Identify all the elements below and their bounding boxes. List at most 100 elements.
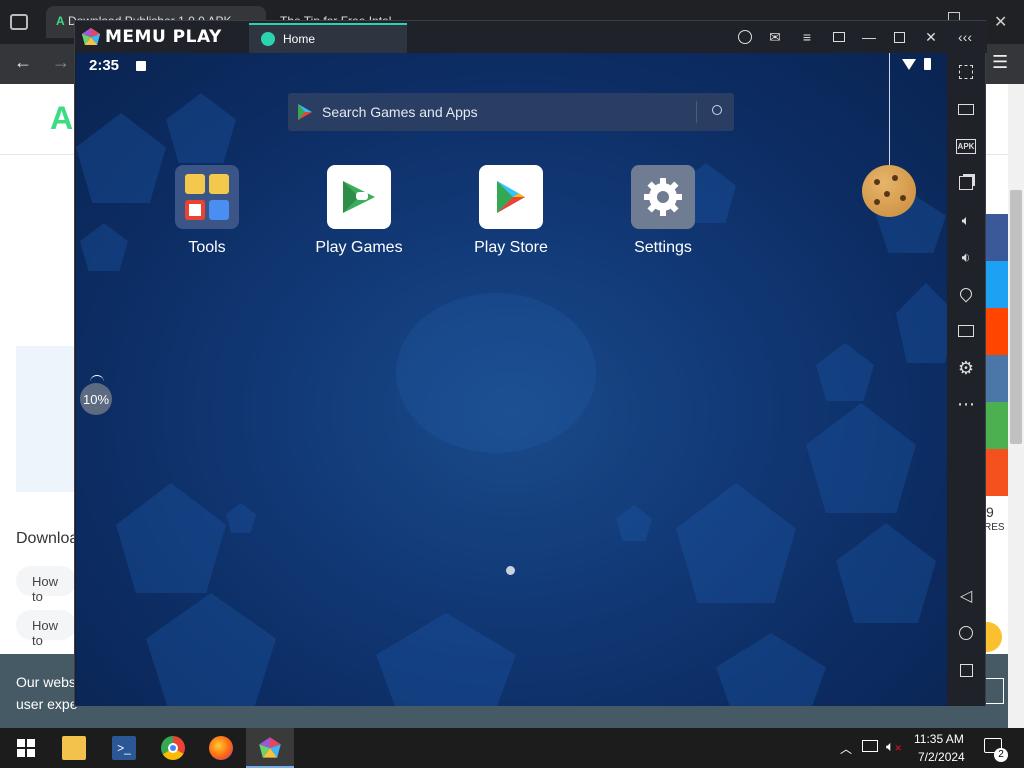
- fullscreen-icon[interactable]: [953, 59, 979, 85]
- maximize-icon[interactable]: [889, 27, 909, 47]
- cookie-string: [889, 53, 890, 165]
- browser-scrollbar[interactable]: [1008, 84, 1024, 728]
- app-tools[interactable]: Tools: [147, 165, 267, 257]
- search-bar[interactable]: Search Games and Apps: [288, 93, 734, 131]
- browser-menu-icon[interactable]: ☰: [992, 52, 1008, 73]
- tab-actions-icon[interactable]: [10, 14, 28, 30]
- content-card: [16, 346, 76, 492]
- app-play-store[interactable]: Play Store: [451, 165, 571, 257]
- app-play-games[interactable]: Play Games: [299, 165, 419, 257]
- minimize-icon[interactable]: —: [859, 27, 879, 47]
- share-label: RES: [984, 522, 1005, 533]
- recents-icon[interactable]: [953, 657, 979, 683]
- volume-muted-icon[interactable]: 🔈︎✕: [886, 738, 902, 755]
- memu-title-bar[interactable]: MEMU PLAY Home ✉ ≡ — ✕ ‹‹‹: [75, 21, 987, 53]
- back-arrow-icon[interactable]: ←: [14, 52, 32, 73]
- screen-mode-icon[interactable]: [829, 27, 849, 47]
- more-share-button[interactable]: [986, 449, 1008, 496]
- background-shape: [716, 633, 826, 706]
- scrollbar-thumb[interactable]: [1010, 190, 1022, 444]
- notification-count: 2: [994, 748, 1008, 762]
- apk-site-icon: A: [56, 14, 65, 28]
- page-indicator-dot[interactable]: [506, 566, 515, 575]
- volume-down-icon[interactable]: 🔉︎: [953, 244, 979, 270]
- apk-icon[interactable]: APK: [953, 133, 979, 159]
- app-settings[interactable]: Settings: [603, 165, 723, 257]
- twitter-share-button[interactable]: [986, 261, 1008, 308]
- taskbar-time[interactable]: 11:35 AM: [914, 732, 964, 746]
- search-icon[interactable]: [712, 105, 722, 115]
- powershell-icon[interactable]: >_: [112, 736, 136, 760]
- section-heading: Downloa: [16, 530, 79, 547]
- memu-emulator-window: MEMU PLAY Home ✉ ≡ — ✕ ‹‹‹ 2:35 Search G…: [74, 20, 987, 706]
- android-home-screen[interactable]: 2:35 Search Games and Apps Tools Play Ga…: [76, 53, 947, 706]
- wifi-icon: [902, 59, 916, 70]
- app-label: Tools: [188, 239, 226, 256]
- vk-share-button[interactable]: [986, 355, 1008, 402]
- notification-a-icon: [136, 61, 146, 71]
- close-icon[interactable]: ✕: [921, 27, 941, 47]
- play-store-icon: [479, 165, 543, 229]
- play-games-icon: [327, 165, 391, 229]
- cookie-text: Our webs: [16, 674, 76, 690]
- share-count: 9: [986, 504, 994, 520]
- home-icon[interactable]: [953, 620, 979, 646]
- background-shape: [376, 613, 516, 706]
- background-shape: [616, 505, 652, 541]
- show-hidden-icons-icon[interactable]: ︿: [840, 740, 852, 757]
- file-explorer-icon[interactable]: [62, 736, 86, 760]
- settings-icon[interactable]: ⚙: [953, 355, 979, 381]
- volume-up-icon[interactable]: 🔈︎: [953, 207, 979, 233]
- firefox-icon[interactable]: [209, 736, 233, 760]
- clock: 2:35: [89, 57, 120, 74]
- back-icon[interactable]: ◁: [953, 583, 979, 609]
- windows-start-icon[interactable]: [14, 736, 38, 760]
- collapse-sidebar-icon[interactable]: ‹‹‹: [955, 27, 975, 47]
- site-logo[interactable]: A: [50, 100, 73, 137]
- keyboard-icon[interactable]: [953, 96, 979, 122]
- faq-link[interactable]: How to: [16, 566, 76, 604]
- background-shape: [806, 403, 916, 513]
- folder-icon[interactable]: [953, 318, 979, 344]
- tab-home[interactable]: Home: [249, 23, 407, 53]
- cookie-accept-button[interactable]: [986, 678, 1004, 704]
- background-shape: [226, 503, 256, 533]
- background-glow: [396, 293, 596, 453]
- close-window-icon[interactable]: ✕: [994, 12, 1007, 32]
- tools-folder-icon: [175, 165, 239, 229]
- background-shape: [146, 593, 276, 706]
- background-shape: [836, 523, 936, 623]
- mail-icon[interactable]: ✉: [765, 27, 785, 47]
- network-icon[interactable]: [862, 740, 878, 752]
- memu-taskbar-icon[interactable]: [258, 736, 282, 760]
- background-shape: [896, 283, 947, 363]
- app-label: Settings: [634, 239, 692, 256]
- facebook-share-button[interactable]: [986, 214, 1008, 261]
- reddit-share-button[interactable]: [986, 308, 1008, 355]
- background-shape: [816, 343, 874, 401]
- account-icon[interactable]: [735, 27, 755, 47]
- cookie-icon[interactable]: [862, 165, 916, 217]
- more-icon[interactable]: ⋯: [953, 391, 979, 417]
- windows-taskbar: >_ ︿ 🔈︎✕ 11:35 AM 7/2/2024 2: [0, 728, 1024, 768]
- background-shape: [676, 483, 796, 603]
- chrome-icon[interactable]: [161, 736, 185, 760]
- background-shape: [116, 483, 226, 593]
- settings-gear-icon: [631, 165, 695, 229]
- android-status-bar: 2:35: [76, 53, 947, 81]
- menu-icon[interactable]: ≡: [797, 27, 817, 47]
- location-icon[interactable]: [953, 281, 979, 307]
- memu-right-toolbar: APK 🔈︎ 🔉︎ ⚙ ⋯ ◁: [947, 53, 985, 706]
- app-label: Play Store: [474, 239, 548, 256]
- whatsapp-share-button[interactable]: [986, 402, 1008, 449]
- cookie-text: user expe: [16, 696, 78, 712]
- memu-logo-icon: [82, 28, 100, 45]
- faq-link[interactable]: How to: [16, 610, 76, 648]
- background-shape: [166, 93, 236, 163]
- taskbar-date[interactable]: 7/2/2024: [918, 750, 965, 764]
- battery-icon: [924, 58, 931, 70]
- forward-arrow-icon[interactable]: →: [52, 52, 70, 73]
- multi-instance-icon[interactable]: [953, 170, 979, 196]
- search-placeholder: Search Games and Apps: [322, 104, 478, 120]
- app-label: Play Games: [315, 239, 403, 256]
